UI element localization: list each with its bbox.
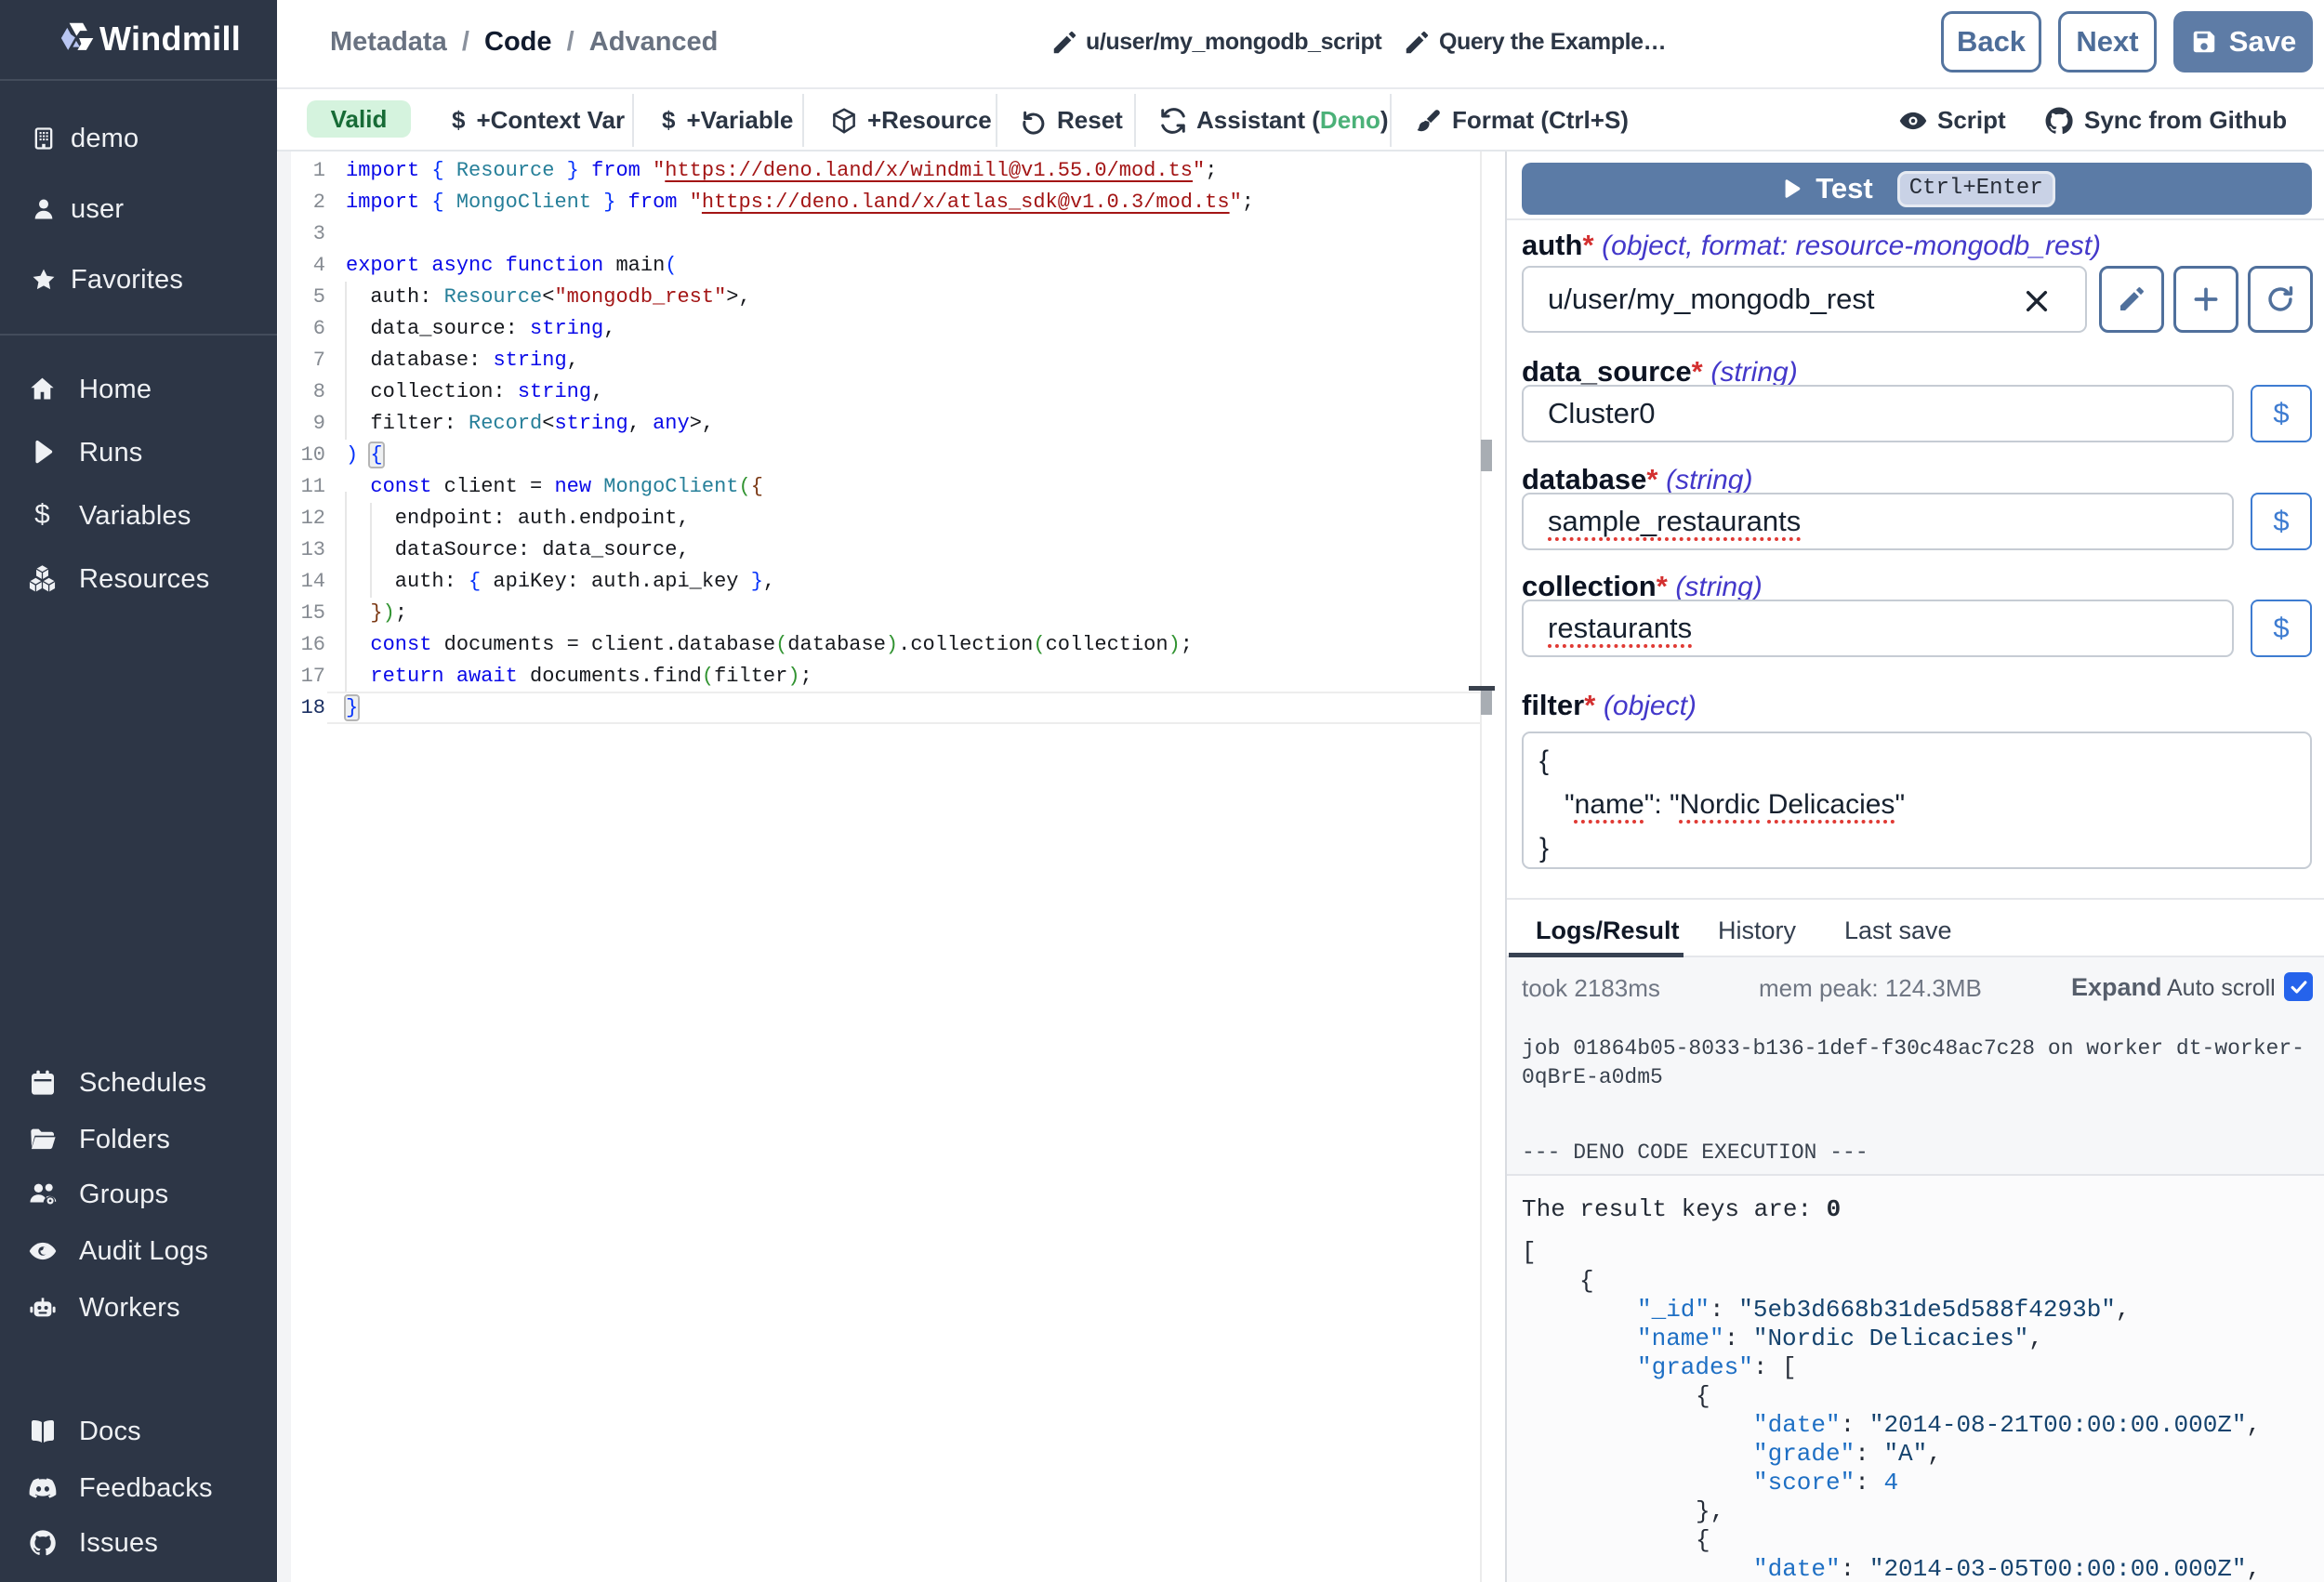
svg-text:$: $: [34, 501, 50, 530]
